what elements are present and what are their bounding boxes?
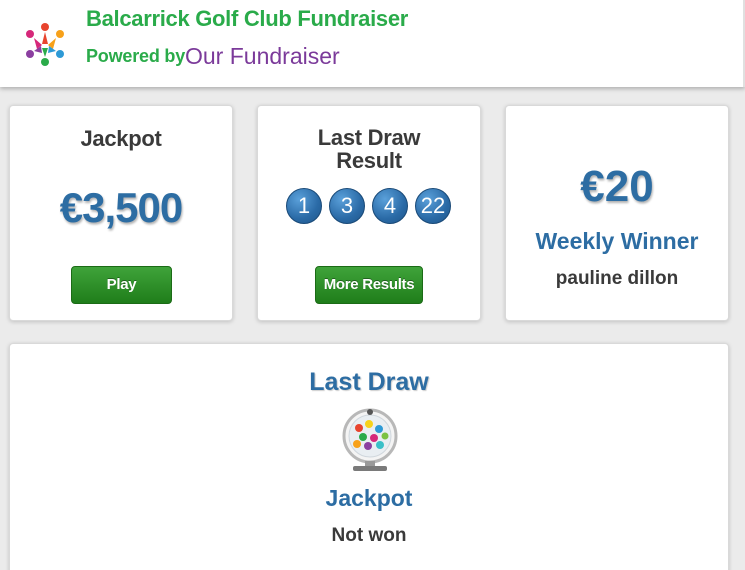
club-name: Balcarrick Golf Club Fundraiser (86, 6, 409, 31)
more-results-button[interactable]: More Results (315, 266, 423, 304)
result-ball: 1 (286, 188, 322, 224)
last-draw-result-title: Last Draw Result (258, 126, 480, 172)
fundraiser-logo-icon (26, 23, 64, 66)
site-header: Balcarrick Golf Club Fundraiser Powered … (0, 0, 745, 87)
result-balls: 1 3 4 22 (286, 188, 456, 226)
result-ball: 3 (329, 188, 365, 224)
weekly-prize-amount: €20 (580, 162, 654, 211)
title-line-2: Result (336, 148, 402, 173)
weekly-winner-card: €20 Weekly Winner pauline dillon (505, 105, 729, 321)
last-draw-title: Last Draw (309, 368, 429, 396)
powered-by-label: Powered by (86, 46, 186, 66)
brand-name[interactable]: Our Fundraiser (185, 43, 340, 70)
last-draw-result-card: Last Draw Result 1 3 4 22 More Results (257, 105, 481, 321)
title-line-1: Last Draw (317, 125, 421, 150)
jackpot-card: Jackpot €3,500 Play (9, 105, 233, 321)
last-draw-jackpot-label: Jackpot (325, 485, 413, 511)
weekly-winner-label: Weekly Winner (535, 228, 699, 254)
last-draw-card: Last Draw Jackpot Not won (9, 343, 729, 570)
last-draw-jackpot-status: Not won (331, 525, 407, 546)
result-ball: 22 (415, 188, 451, 224)
lottery-drum-icon (342, 408, 398, 471)
play-button[interactable]: Play (71, 266, 172, 304)
jackpot-title: Jackpot (80, 126, 162, 151)
jackpot-amount: €3,500 (59, 184, 183, 231)
result-ball: 4 (372, 188, 408, 224)
winner-name: pauline dillon (555, 268, 679, 289)
